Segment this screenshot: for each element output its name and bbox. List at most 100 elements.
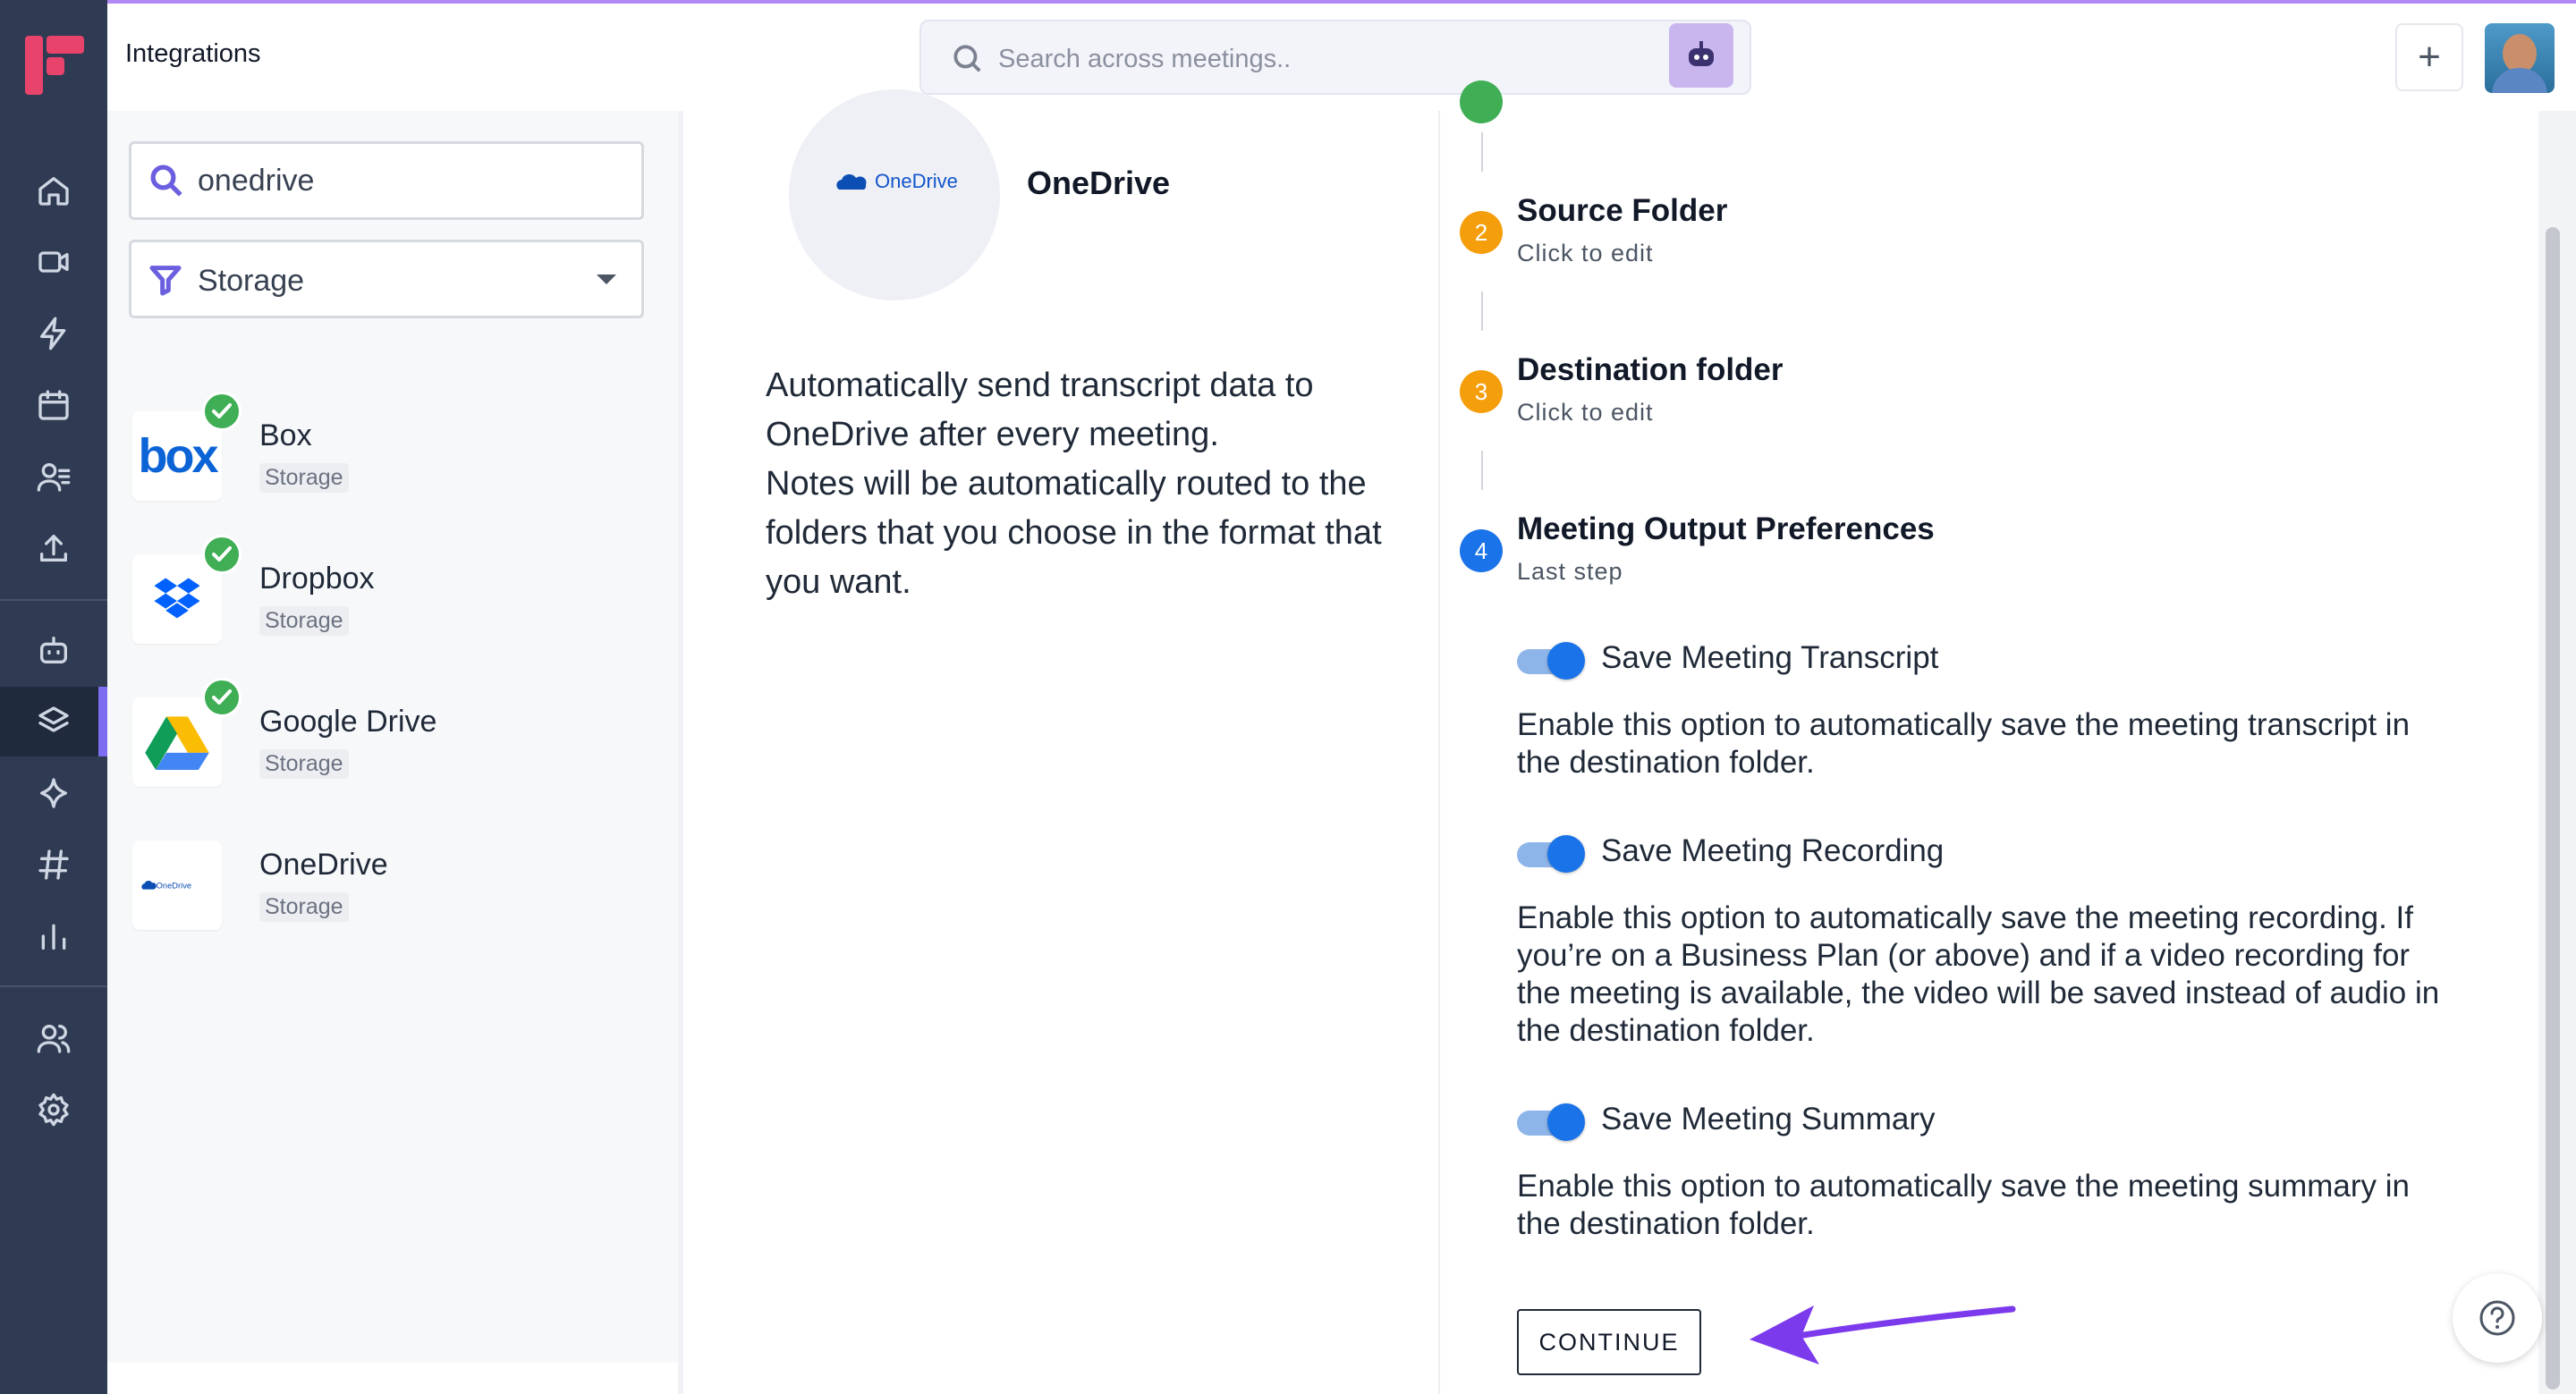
contacts-icon [37, 463, 71, 492]
integration-item-onedrive[interactable]: OneDrive OneDrive Storage [132, 841, 633, 939]
integration-item-dropbox[interactable]: Dropbox Storage [132, 535, 633, 653]
onedrive-logo: OneDrive [835, 170, 958, 193]
page-title: Integrations [125, 39, 261, 68]
hashtag-icon [38, 849, 69, 880]
step-connector [1481, 132, 1483, 172]
option-description: Enable this option to automatically save… [1517, 707, 2411, 780]
onedrive-logo: OneDrive [132, 841, 222, 930]
integration-search-input[interactable]: onedrive [129, 141, 644, 220]
rail-calendar[interactable] [0, 370, 107, 440]
option-label: Save Meeting Recording [1601, 833, 1945, 868]
rail-channels[interactable] [0, 830, 107, 900]
integration-title: OneDrive [1027, 165, 1171, 201]
save-recording-toggle[interactable] [1517, 835, 1585, 873]
step-title-output-preferences: Meeting Output Preferences [1517, 511, 1935, 546]
search-icon [150, 165, 182, 197]
connected-check-icon [202, 535, 242, 574]
step-title-destination-folder[interactable]: Destination folder [1517, 352, 1784, 388]
integration-name: Box [259, 418, 312, 452]
step-number: 2 [1460, 211, 1503, 254]
search-icon [953, 45, 981, 72]
home-icon [38, 177, 69, 206]
step-subtitle[interactable]: Click to edit [1517, 240, 1654, 267]
rail-team[interactable] [0, 1003, 107, 1073]
integration-category-badge: Storage [259, 892, 349, 922]
analytics-icon [41, 924, 66, 950]
rail-settings[interactable] [0, 1075, 107, 1145]
global-search-input[interactable]: Search across meetings.. [919, 20, 1751, 95]
svg-text:OneDrive: OneDrive [157, 882, 191, 891]
search-placeholder: Search across meetings.. [998, 45, 1292, 73]
rail-upload[interactable] [0, 513, 107, 583]
description-line: Automatically send transcript data to On… [766, 367, 1314, 453]
settings-icon [38, 1093, 69, 1127]
integration-category-badge: Storage [259, 749, 349, 779]
connected-check-icon [202, 678, 242, 717]
bolt-icon [40, 317, 66, 351]
step-connector [1481, 451, 1483, 490]
user-avatar[interactable] [2485, 23, 2555, 93]
save-transcript-toggle[interactable] [1517, 642, 1585, 680]
rail-ai[interactable] [0, 758, 107, 828]
rail-divider [0, 599, 107, 601]
connected-check-icon [202, 392, 242, 431]
integration-detail: OneDrive OneDrive Automatically send tra… [678, 89, 1444, 1394]
step-connector [1481, 291, 1483, 331]
onedrive-logo-text: OneDrive [875, 170, 958, 192]
top-header: Integrations Search across meetings.. + [107, 4, 2576, 112]
save-summary-toggle[interactable] [1517, 1103, 1585, 1141]
assistant-button[interactable] [1669, 23, 1733, 88]
integration-item-google-drive[interactable]: Google Drive Storage [132, 678, 633, 796]
rail-analytics[interactable] [0, 901, 107, 971]
rail-home[interactable] [0, 156, 107, 225]
continue-button[interactable]: CONTINUE [1517, 1309, 1701, 1375]
chevron-down-icon [597, 275, 616, 284]
help-icon [2479, 1300, 2515, 1336]
integration-list-panel: onedrive Storage box Box Storage Dropbox… [107, 111, 678, 1363]
category-filter-value: Storage [198, 264, 305, 298]
team-icon [37, 1025, 71, 1053]
video-icon [38, 251, 69, 273]
integration-item-box[interactable]: box Box Storage [132, 392, 633, 510]
sidebar-rail [0, 0, 107, 1394]
step-title-source-folder[interactable]: Source Folder [1517, 193, 1727, 229]
integration-name: OneDrive [259, 848, 388, 882]
step-number: 4 [1460, 529, 1503, 572]
category-filter-select[interactable]: Storage [129, 240, 644, 318]
upload-icon [40, 535, 68, 562]
annotation-arrow-icon [1750, 1305, 2016, 1364]
help-button[interactable] [2453, 1273, 2542, 1363]
bot-icon [1689, 41, 1714, 66]
rail-divider [0, 985, 107, 987]
calendar-icon [38, 390, 69, 420]
rail-bots[interactable] [0, 615, 107, 685]
option-label: Save Meeting Summary [1601, 1102, 1936, 1136]
add-button[interactable]: + [2395, 23, 2463, 91]
rail-automations[interactable] [0, 299, 107, 368]
integration-description: Automatically send transcript data to On… [766, 361, 1419, 607]
integration-name: Google Drive [259, 705, 437, 739]
setup-steps-panel: 2 Source Folder Click to edit 3 Destinat… [1438, 80, 2542, 1394]
main-scrollbar[interactable] [2538, 111, 2576, 1394]
rail-meetings[interactable] [0, 227, 107, 297]
option-label: Save Meeting Transcript [1601, 640, 1939, 675]
app-logo[interactable] [23, 34, 86, 97]
step-completed-dot [1460, 80, 1503, 123]
integration-category-badge: Storage [259, 463, 349, 493]
step-subtitle: Last step [1517, 558, 1623, 585]
bot-icon [40, 637, 67, 663]
option-description: Enable this option to automatically save… [1517, 1169, 2411, 1241]
integration-search-value: onedrive [198, 164, 315, 198]
option-description: Enable this option to automatically save… [1517, 900, 2440, 1048]
sparkle-icon [40, 778, 68, 808]
step-number: 3 [1460, 370, 1503, 413]
integration-name: Dropbox [259, 562, 375, 596]
onedrive-logo-circle [789, 89, 1000, 300]
description-line: Notes will be automatically routed to th… [766, 465, 1382, 601]
rail-contacts[interactable] [0, 442, 107, 511]
rail-integrations[interactable] [0, 687, 107, 756]
step-subtitle[interactable]: Click to edit [1517, 399, 1654, 427]
layers-icon [38, 706, 69, 732]
integration-category-badge: Storage [259, 606, 349, 636]
filter-icon [149, 266, 182, 296]
